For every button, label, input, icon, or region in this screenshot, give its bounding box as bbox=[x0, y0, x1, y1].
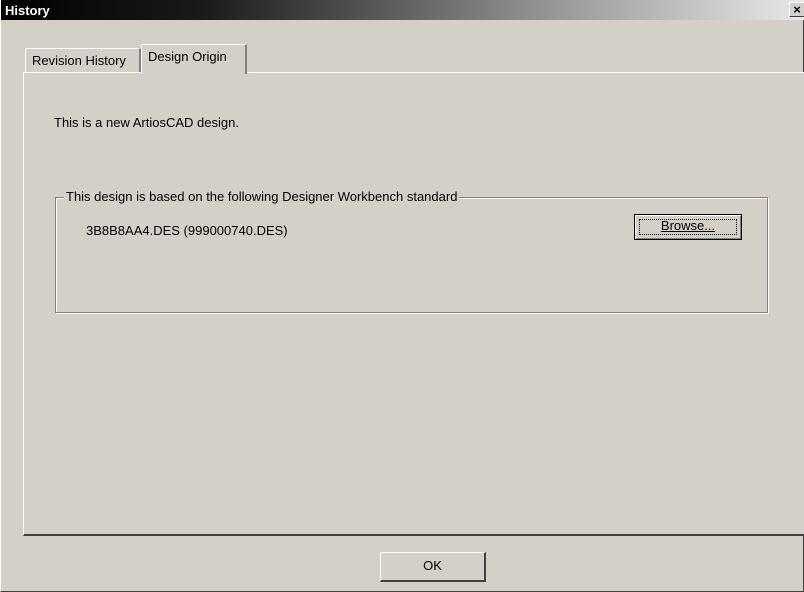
ok-button-label: OK bbox=[423, 558, 442, 573]
ok-button[interactable]: OK bbox=[380, 552, 486, 582]
tab-revision-history[interactable]: Revision History bbox=[25, 48, 141, 72]
design-origin-panel: This is a new ArtiosCAD design. This des… bbox=[23, 72, 804, 536]
tab-label: Design Origin bbox=[148, 49, 227, 64]
groupbox-label: This design is based on the following De… bbox=[64, 189, 460, 204]
workbench-standard-groupbox: This design is based on the following De… bbox=[55, 189, 768, 313]
browse-button-label: Browse... bbox=[660, 218, 716, 233]
design-file-name: 3B8B8AA4.DES (999000740.DES) bbox=[86, 223, 288, 238]
browse-button[interactable]: Browse... bbox=[634, 214, 742, 240]
tab-design-origin[interactable]: Design Origin bbox=[141, 44, 247, 74]
tab-label: Revision History bbox=[32, 53, 126, 68]
new-design-text: This is a new ArtiosCAD design. bbox=[54, 115, 239, 130]
close-button[interactable]: × bbox=[789, 2, 804, 17]
close-icon: × bbox=[793, 2, 801, 17]
title-bar[interactable]: History × bbox=[1, 0, 804, 20]
history-dialog: History × Revision History Design Origin… bbox=[0, 0, 804, 592]
window-title: History bbox=[5, 3, 50, 18]
